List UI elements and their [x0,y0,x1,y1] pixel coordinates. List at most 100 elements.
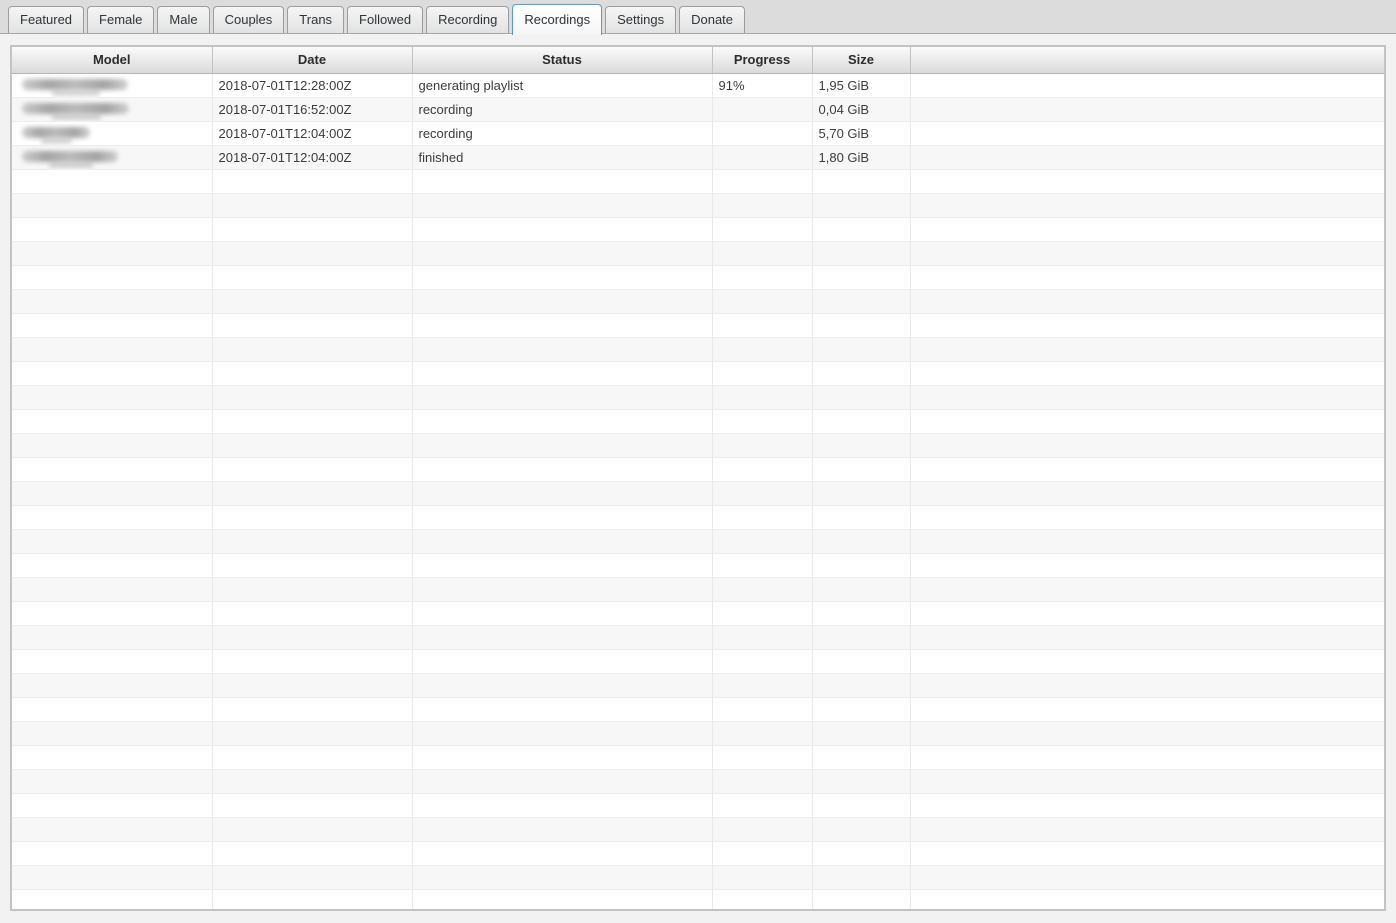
column-header-size[interactable]: Size [812,47,910,73]
empty-cell [812,745,910,769]
table-row-empty [12,385,1384,409]
redacted-model-name [22,103,129,114]
table-header-row: Model Date Status Progress Size [12,47,1384,73]
empty-cell [412,169,712,193]
empty-cell [712,769,812,793]
empty-cell [212,289,412,313]
table-row-empty [12,193,1384,217]
column-header-model[interactable]: Model [12,47,212,73]
empty-cell [12,217,212,241]
tab-featured[interactable]: Featured [8,6,84,33]
empty-cell [812,193,910,217]
empty-cell [712,361,812,385]
empty-cell [212,217,412,241]
tab-donate[interactable]: Donate [679,6,745,33]
table-row-empty [12,625,1384,649]
empty-cell [812,433,910,457]
empty-cell [212,745,412,769]
empty-cell [812,409,910,433]
tab-followed[interactable]: Followed [347,6,423,33]
column-header-progress[interactable]: Progress [712,47,812,73]
empty-cell [212,337,412,361]
empty-cell [412,409,712,433]
table-row[interactable]: 2018-07-01T12:28:00Z generating playlist… [12,73,1384,97]
tab-couples[interactable]: Couples [213,6,285,33]
empty-cell [910,745,1384,769]
empty-cell [212,769,412,793]
empty-cell [412,313,712,337]
empty-cell [712,481,812,505]
progress-cell: 91% [712,73,812,97]
empty-cell [910,265,1384,289]
empty-cell [212,457,412,481]
table-row-empty [12,577,1384,601]
empty-cell [212,625,412,649]
table-row-empty [12,289,1384,313]
empty-cell [412,745,712,769]
model-cell [12,145,212,169]
table-row[interactable]: 2018-07-01T16:52:00Z recording 0,04 GiB [12,97,1384,121]
empty-cell [212,697,412,721]
empty-cell [412,529,712,553]
table-row-empty [12,529,1384,553]
table-row-empty [12,697,1384,721]
table-row[interactable]: 2018-07-01T12:04:00Z finished 1,80 GiB [12,145,1384,169]
empty-cell [212,385,412,409]
empty-cell [12,817,212,841]
table-row-empty [12,433,1384,457]
size-cell: 5,70 GiB [812,121,910,145]
empty-cell [712,457,812,481]
empty-cell [212,361,412,385]
empty-cell [12,409,212,433]
empty-cell [12,337,212,361]
size-cell: 1,95 GiB [812,73,910,97]
tab-trans[interactable]: Trans [287,6,344,33]
empty-cell [412,625,712,649]
table-row[interactable]: 2018-07-01T12:04:00Z recording 5,70 GiB [12,121,1384,145]
empty-cell [910,409,1384,433]
empty-cell [412,649,712,673]
tab-settings[interactable]: Settings [605,6,676,33]
tab-female[interactable]: Female [87,6,154,33]
empty-cell [812,577,910,601]
column-header-status[interactable]: Status [412,47,712,73]
table-row-empty [12,457,1384,481]
empty-cell [12,577,212,601]
empty-cell [412,289,712,313]
date-cell: 2018-07-01T16:52:00Z [212,97,412,121]
empty-cell [712,673,812,697]
empty-cell [412,505,712,529]
empty-cell [910,721,1384,745]
column-header-date[interactable]: Date [212,47,412,73]
empty-cell [12,361,212,385]
empty-cell [12,313,212,337]
empty-cell [12,601,212,625]
empty-cell [812,385,910,409]
empty-cell [910,313,1384,337]
empty-cell [12,169,212,193]
table-row-empty [12,601,1384,625]
status-cell: generating playlist [412,73,712,97]
tab-recording[interactable]: Recording [426,6,509,33]
empty-cell [910,817,1384,841]
empty-cell [812,265,910,289]
empty-cell [12,505,212,529]
empty-cell [12,265,212,289]
empty-cell [910,481,1384,505]
empty-cell [712,409,812,433]
empty-cell [212,889,412,911]
empty-cell [412,769,712,793]
empty-cell [212,529,412,553]
empty-cell [812,793,910,817]
empty-cell [12,721,212,745]
tab-recordings[interactable]: Recordings [512,4,602,35]
empty-cell [212,577,412,601]
table-row-empty [12,649,1384,673]
tab-male[interactable]: Male [157,6,209,33]
empty-cell [910,577,1384,601]
empty-cell [212,865,412,889]
empty-cell [910,673,1384,697]
empty-cell [12,673,212,697]
progress-cell [712,145,812,169]
empty-cell [910,889,1384,911]
